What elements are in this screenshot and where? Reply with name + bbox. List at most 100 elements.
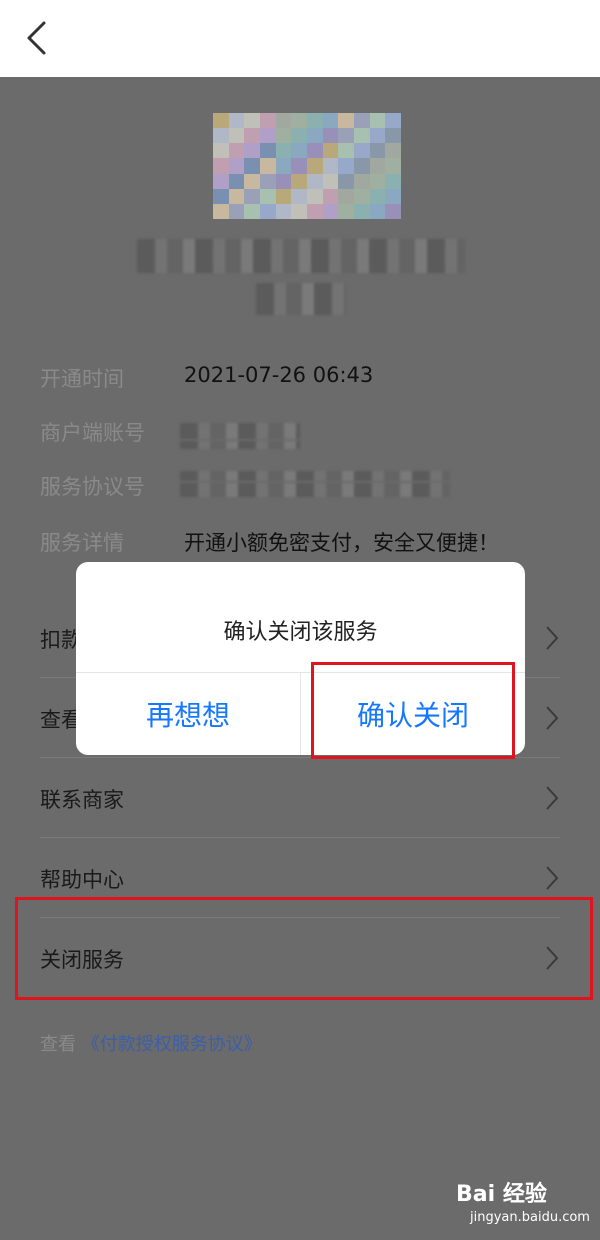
logo-pixel xyxy=(385,188,401,204)
logo-pixel xyxy=(307,143,323,159)
logo-pixel xyxy=(228,143,245,159)
logo-pixel xyxy=(260,203,276,219)
chevron-right-icon xyxy=(546,626,559,650)
back-button[interactable] xyxy=(14,14,62,62)
logo-pixel xyxy=(322,203,339,219)
logo-pixel xyxy=(213,143,229,159)
chevron-right-icon xyxy=(546,706,559,730)
list-item-label: 帮助中心 xyxy=(40,868,124,892)
logo-pixel xyxy=(244,143,260,159)
logo-pixel xyxy=(260,113,276,129)
logo-pixel xyxy=(213,158,229,174)
logo-pixel xyxy=(369,173,386,189)
logo-pixel xyxy=(307,203,323,219)
logo-pixel xyxy=(322,188,339,204)
logo-pixel xyxy=(275,158,292,174)
info-label: 商户端账号 xyxy=(40,421,145,445)
list-item-contact-merchant[interactable]: 联系商家 xyxy=(40,758,560,838)
chevron-right-icon xyxy=(546,786,559,810)
logo-pixel xyxy=(228,158,245,174)
logo-pixel xyxy=(228,203,245,219)
logo-pixel xyxy=(213,113,229,129)
logo-pixel xyxy=(322,158,339,174)
logo-pixel xyxy=(307,113,323,129)
info-row-service-detail: 服务详情 开通小额免密支付，安全又便捷！ xyxy=(40,527,570,557)
logo-pixel xyxy=(338,173,354,189)
logo-pixel xyxy=(385,128,401,144)
close-service-highlight xyxy=(15,897,593,1000)
merchant-logo xyxy=(213,113,401,219)
logo-pixel xyxy=(354,173,370,189)
logo-pixel xyxy=(275,113,292,129)
logo-pixel xyxy=(322,128,339,144)
logo-pixel xyxy=(369,113,386,129)
logo-pixel xyxy=(244,113,260,129)
logo-pixel xyxy=(291,173,307,189)
logo-pixel xyxy=(322,113,339,129)
logo-pixel xyxy=(369,128,386,144)
logo-pixel xyxy=(213,173,229,189)
logo-pixel xyxy=(291,188,307,204)
merchant-account-redacted-line2 xyxy=(180,441,300,449)
logo-pixel xyxy=(244,158,260,174)
logo-pixel xyxy=(307,128,323,144)
info-value: 开通小额免密支付，安全又便捷！ xyxy=(184,531,499,555)
logo-pixel xyxy=(322,173,339,189)
logo-pixel xyxy=(385,113,401,129)
dialog-title: 确认关闭该服务 xyxy=(223,620,378,645)
logo-pixel xyxy=(338,128,354,144)
logo-pixel xyxy=(369,143,386,159)
baidu-jingyan-watermark: Bai 经验 jingyan.baidu.com xyxy=(456,1176,596,1232)
logo-pixel xyxy=(354,203,370,219)
cancel-button[interactable]: 再想想 xyxy=(76,672,300,755)
logo-pixel xyxy=(291,113,307,129)
info-row-merchant-account: 商户端账号 xyxy=(40,417,570,449)
watermark-main: Bai 经验 xyxy=(456,1182,547,1207)
logo-pixel xyxy=(385,203,401,219)
list-item-label: 联系商家 xyxy=(40,788,124,812)
info-row-open-time: 开通时间 2021-07-26 06:43 xyxy=(40,363,570,393)
logo-pixel xyxy=(385,143,401,159)
logo-pixel xyxy=(354,158,370,174)
confirm-button-highlight xyxy=(311,662,515,759)
logo-pixel xyxy=(291,128,307,144)
logo-pixel xyxy=(291,203,307,219)
logo-pixel xyxy=(244,188,260,204)
logo-pixel xyxy=(354,188,370,204)
logo-pixel xyxy=(275,143,292,159)
agreement-text: 查看 《付款授权服务协议》 xyxy=(40,1030,262,1056)
logo-pixel xyxy=(291,158,307,174)
logo-pixel xyxy=(213,203,229,219)
logo-pixel xyxy=(338,203,354,219)
logo-pixel xyxy=(260,143,276,159)
logo-pixel xyxy=(322,143,339,159)
agreement-number-redacted-line2 xyxy=(180,483,450,497)
logo-pixel xyxy=(228,128,245,144)
logo-pixel xyxy=(275,173,292,189)
logo-pixel xyxy=(354,113,370,129)
logo-pixel xyxy=(307,173,323,189)
info-row-agreement-number: 服务协议号 xyxy=(40,471,570,501)
chevron-left-icon xyxy=(27,21,46,55)
logo-pixel xyxy=(385,158,401,174)
merchant-name-redacted xyxy=(137,239,465,273)
logo-pixel xyxy=(213,128,229,144)
logo-pixel xyxy=(307,188,323,204)
logo-pixel xyxy=(338,143,354,159)
logo-pixel xyxy=(275,188,292,204)
logo-pixel xyxy=(260,188,276,204)
logo-pixel xyxy=(338,188,354,204)
agreement-link[interactable]: 《付款授权服务协议》 xyxy=(82,1034,262,1055)
logo-pixel xyxy=(244,203,260,219)
info-label: 开通时间 xyxy=(40,367,124,391)
logo-pixel xyxy=(213,188,229,204)
logo-pixel xyxy=(244,173,260,189)
agreement-number-redacted xyxy=(180,471,450,481)
agreement-prefix: 查看 xyxy=(40,1034,76,1055)
logo-pixel xyxy=(260,128,276,144)
logo-pixel xyxy=(244,128,260,144)
logo-pixel xyxy=(354,128,370,144)
logo-pixel xyxy=(228,113,245,129)
info-label: 服务详情 xyxy=(40,531,124,555)
logo-pixel xyxy=(275,203,292,219)
